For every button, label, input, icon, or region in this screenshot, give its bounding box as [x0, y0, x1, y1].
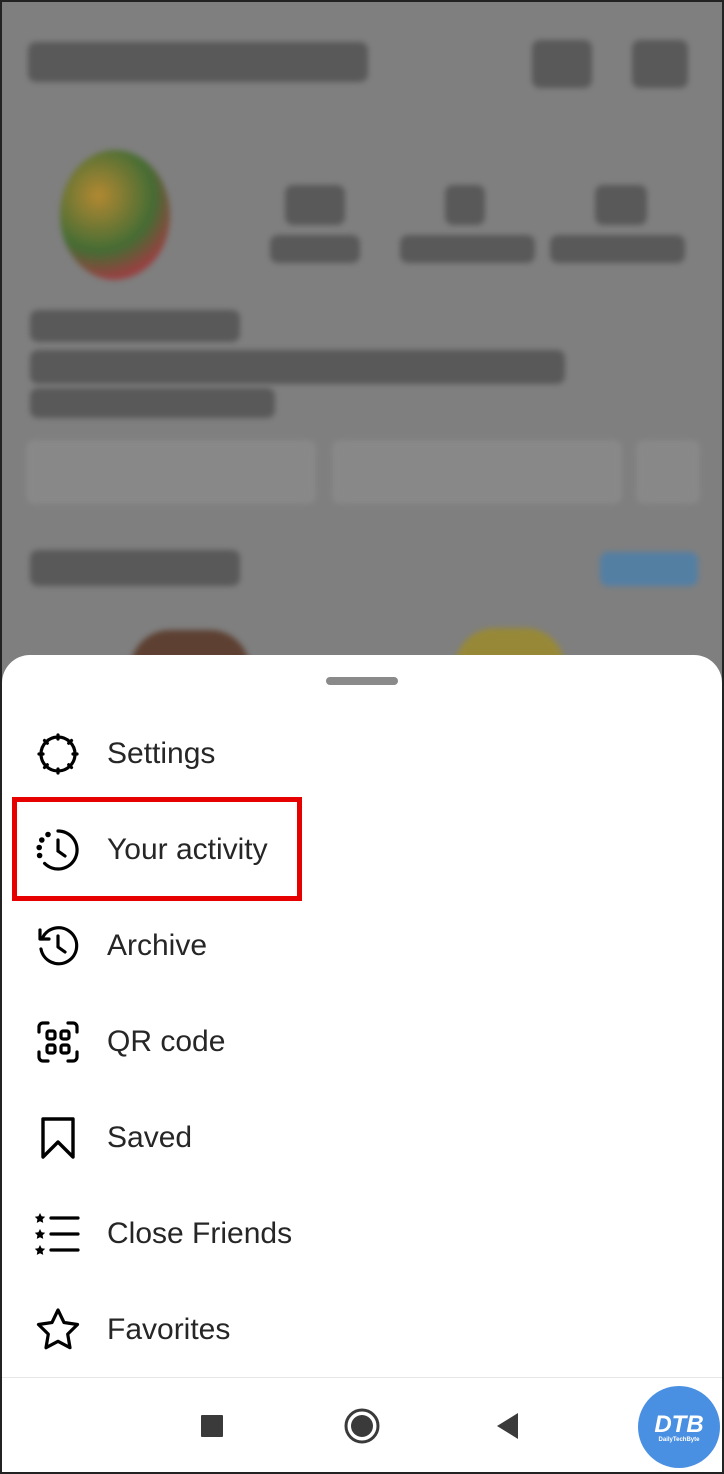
menu-item-settings[interactable]: Settings [2, 706, 722, 802]
blurred-header-icon [632, 40, 688, 88]
close-friends-icon [34, 1210, 82, 1258]
watermark-text: DTB [654, 1411, 704, 1438]
menu-item-favorites[interactable]: Favorites [2, 1282, 722, 1378]
blurred-button [636, 440, 700, 504]
blurred-stat [270, 235, 360, 263]
blurred-button [332, 440, 622, 504]
bottom-sheet-menu: Settings Your activity Archive QR code S… [2, 655, 722, 1378]
watermark-logo: DTB DailyTechByte [638, 1386, 720, 1468]
menu-item-label: Settings [107, 737, 216, 770]
menu-item-close-friends[interactable]: Close Friends [2, 1186, 722, 1282]
menu-item-saved[interactable]: Saved [2, 1090, 722, 1186]
home-button[interactable] [338, 1402, 386, 1450]
blurred-avatar [60, 150, 170, 280]
menu-item-label: QR code [107, 1025, 226, 1058]
blurred-stat [550, 235, 685, 263]
sheet-drag-handle[interactable] [326, 677, 398, 685]
settings-icon [34, 730, 82, 778]
menu-item-qr-code[interactable]: QR code [2, 994, 722, 1090]
highlight-box [12, 797, 302, 901]
blurred-stat [595, 185, 647, 225]
menu-item-label: Saved [107, 1121, 193, 1154]
recents-button[interactable] [188, 1402, 236, 1450]
system-navigation-bar [2, 1377, 722, 1472]
blurred-section-title [30, 550, 240, 586]
menu-item-archive[interactable]: Archive [2, 898, 722, 994]
menu-item-label: Close Friends [107, 1217, 293, 1250]
blurred-header-icon [532, 40, 592, 88]
blurred-username [28, 42, 368, 82]
blurred-link [600, 552, 698, 586]
blurred-button [26, 440, 316, 504]
archive-icon [34, 922, 82, 970]
menu-item-label: Archive [107, 929, 208, 962]
star-icon [34, 1306, 82, 1354]
blurred-bio [30, 350, 565, 384]
menu-item-label: Favorites [107, 1313, 231, 1346]
blurred-stat [285, 185, 345, 225]
back-button[interactable] [484, 1402, 532, 1450]
qr-code-icon [34, 1018, 82, 1066]
blurred-bio [30, 388, 275, 418]
blurred-stat [445, 185, 485, 225]
watermark-subtext: DailyTechByte [658, 1437, 700, 1443]
bookmark-icon [34, 1114, 82, 1162]
blurred-bio [30, 310, 240, 342]
blurred-stat [400, 235, 535, 263]
